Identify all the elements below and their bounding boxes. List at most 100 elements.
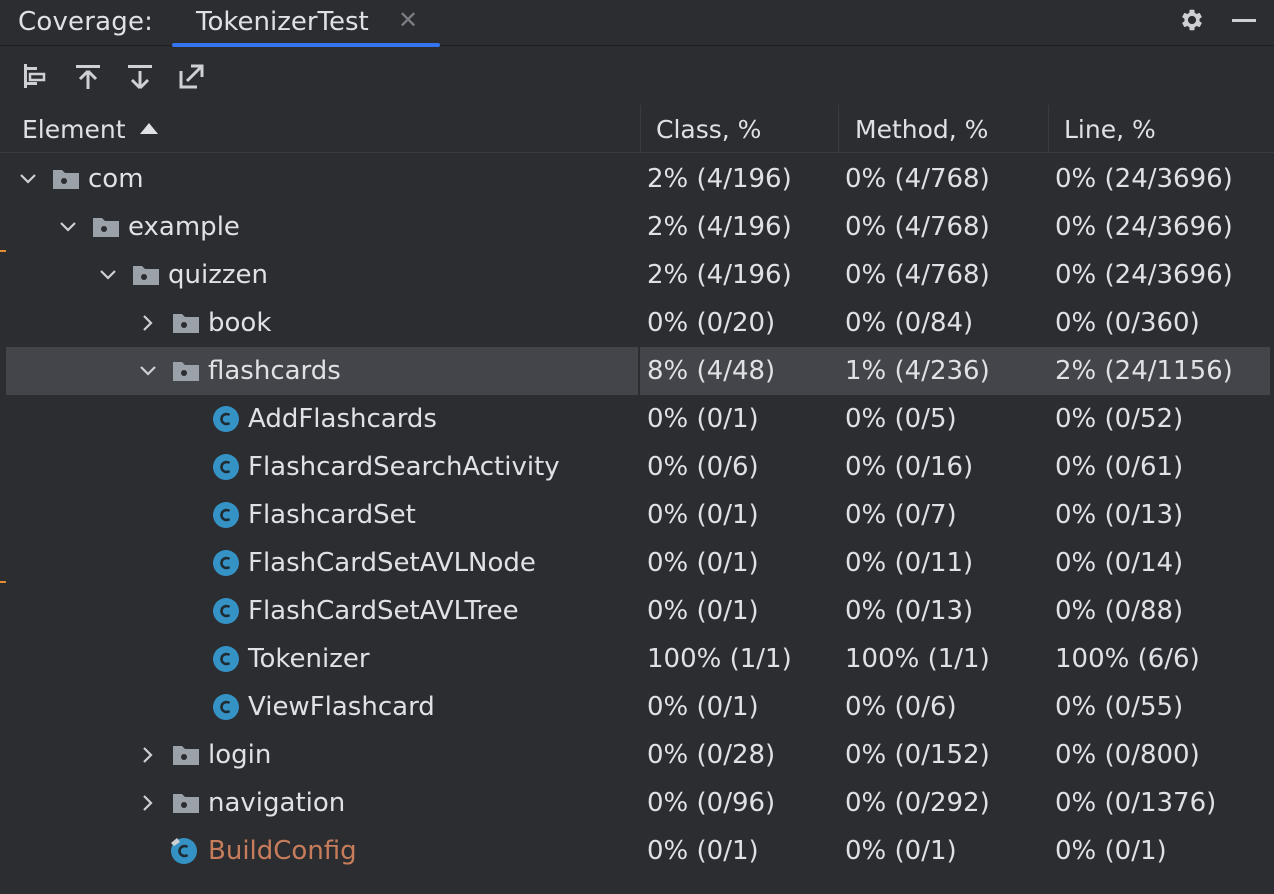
close-icon[interactable]: ✕ [398,6,418,34]
coverage-class-value: 2% (4/196) [647,164,792,194]
column-divider[interactable] [838,105,839,153]
navigate-up-icon[interactable] [73,61,103,91]
tree-row-flashcardsearchactivity[interactable]: FlashcardSearchActivity 0% (0/6) 0% (0/16)… [6,443,1270,491]
tree-row-addflashcards[interactable]: AddFlashcards 0% (0/1) 0% (0/5) 0% (0/52) [6,395,1270,443]
coverage-line-value: 0% (0/800) [1055,740,1200,770]
coverage-class-value: 0% (0/1) [647,404,759,434]
tree-item-name: FlashCardSetAVLNode [248,548,536,578]
header-class[interactable]: Class, % [656,105,761,153]
coverage-line-value: 0% (24/3696) [1055,164,1233,194]
tree-row-tokenizer[interactable]: Tokenizer 100% (1/1) 100% (1/1) 100% (6/6) [6,635,1270,683]
package-folder-icon [53,170,79,189]
coverage-method-value: 0% (0/5) [845,404,957,434]
tree-item-name: BuildConfig [208,836,357,866]
tree-item-name: example [128,212,240,242]
tree-item-name: com [88,164,144,194]
gear-icon[interactable] [1178,6,1206,34]
tree-row-flashcards[interactable]: flashcards 8% (4/48) 1% (4/236) 2% (24/1156… [6,347,1270,395]
coverage-class-value: 0% (0/96) [647,788,776,818]
package-folder-icon [133,266,159,285]
tree-row-navigation[interactable]: navigation 0% (0/96) 0% (0/292) 0% (0/1376) [6,779,1270,827]
coverage-method-value: 0% (0/6) [845,692,957,722]
coverage-class-value: 0% (0/1) [647,692,759,722]
coverage-line-value: 100% (6/6) [1055,644,1200,674]
tree-row-viewflashcard[interactable]: ViewFlashcard 0% (0/1) 0% (0/6) 0% (0/55) [6,683,1270,731]
coverage-method-value: 0% (0/1) [845,836,957,866]
coverage-class-value: 0% (0/1) [647,836,759,866]
tree-row-flashcardsetavltree[interactable]: FlashCardSetAVLTree 0% (0/1) 0% (0/13) 0% (… [6,587,1270,635]
coverage-method-value: 0% (0/84) [845,308,974,338]
export-icon[interactable] [177,61,207,91]
tree-item-name: FlashCardSetAVLTree [248,596,519,626]
tree-item-name: AddFlashcards [248,404,437,434]
coverage-line-value: 0% (24/3696) [1055,212,1233,242]
tree-item-name: book [208,308,272,338]
header-method[interactable]: Method, % [855,105,988,153]
tab-label[interactable]: TokenizerTest [196,7,369,37]
coverage-titlebar: Coverage: TokenizerTest ✕ [0,0,1274,47]
table-header: Element Class, % Method, % Line, % [0,105,1274,153]
chevron-down-icon[interactable] [138,361,158,381]
coverage-method-value: 0% (0/16) [845,452,974,482]
tree-row-login[interactable]: login 0% (0/28) 0% (0/152) 0% (0/800) [6,731,1270,779]
package-folder-icon [173,362,199,381]
package-folder-icon [173,746,199,765]
coverage-class-value: 2% (4/196) [647,212,792,242]
coverage-class-value: 0% (0/1) [647,596,759,626]
header-element-label: Element [22,115,126,144]
tree-row-flashcardsetavlnode[interactable]: FlashCardSetAVLNode 0% (0/1) 0% (0/11) 0% (… [6,539,1270,587]
tree-row-flashcardset[interactable]: FlashcardSet 0% (0/1) 0% (0/7) 0% (0/13) [6,491,1270,539]
coverage-line-value: 0% (0/360) [1055,308,1200,338]
coverage-toolbar [0,47,1274,105]
coverage-class-value: 100% (1/1) [647,644,792,674]
class-icon [213,550,239,576]
tree-row-quizzen[interactable]: quizzen 2% (4/196) 0% (4/768) 0% (24/3696) [6,251,1270,299]
coverage-method-value: 0% (0/13) [845,596,974,626]
header-element[interactable]: Element [22,105,158,153]
package-folder-icon [93,218,119,237]
chevron-down-icon[interactable] [58,217,78,237]
coverage-method-value: 0% (0/11) [845,548,974,578]
coverage-line-value: 0% (0/1376) [1055,788,1217,818]
chevron-right-icon[interactable] [138,793,158,813]
coverage-line-value: 2% (24/1156) [1055,356,1233,386]
chevron-right-icon[interactable] [138,745,158,765]
coverage-class-value: 0% (0/6) [647,452,759,482]
column-gap [638,347,640,395]
tree-row-buildconfig[interactable]: BuildConfig 0% (0/1) 0% (0/1) 0% (0/1) [6,827,1270,875]
coverage-class-value: 0% (0/20) [647,308,776,338]
coverage-method-value: 100% (1/1) [845,644,990,674]
tab-tokenizertest[interactable]: TokenizerTest ✕ [172,0,440,47]
tree-row-example[interactable]: example 2% (4/196) 0% (4/768) 0% (24/3696) [6,203,1270,251]
coverage-method-value: 0% (0/292) [845,788,990,818]
coverage-line-value: 0% (0/52) [1055,404,1184,434]
coverage-line-value: 0% (0/14) [1055,548,1184,578]
tree-item-name: FlashcardSearchActivity [248,452,560,482]
chevron-down-icon[interactable] [98,265,118,285]
chevron-right-icon[interactable] [138,313,158,333]
chevron-down-icon[interactable] [18,169,38,189]
coverage-line-value: 0% (24/3696) [1055,260,1233,290]
coverage-method-value: 0% (0/152) [845,740,990,770]
minimize-icon[interactable] [1232,19,1256,22]
column-divider[interactable] [1048,105,1049,153]
coverage-method-value: 0% (4/768) [845,260,990,290]
coverage-class-value: 0% (0/1) [647,500,759,530]
class-icon [213,598,239,624]
tree-row-com[interactable]: com 2% (4/196) 0% (4/768) 0% (24/3696) [6,155,1270,203]
class-icon [213,646,239,672]
coverage-method-value: 0% (4/768) [845,164,990,194]
coverage-line-value: 0% (0/61) [1055,452,1184,482]
coverage-class-value: 0% (0/1) [647,548,759,578]
navigate-down-icon[interactable] [125,61,155,91]
header-line[interactable]: Line, % [1064,105,1156,153]
tree-item-name: Tokenizer [248,644,370,674]
coverage-line-value: 0% (0/13) [1055,500,1184,530]
column-divider[interactable] [640,105,641,153]
coverage-method-value: 1% (4/236) [845,356,990,386]
tree-item-name: login [208,740,272,770]
tree-item-name: navigation [208,788,346,818]
tree-row-book[interactable]: book 0% (0/20) 0% (0/84) 0% (0/360) [6,299,1270,347]
flatten-packages-icon[interactable] [20,61,50,91]
coverage-line-value: 0% (0/1) [1055,836,1167,866]
